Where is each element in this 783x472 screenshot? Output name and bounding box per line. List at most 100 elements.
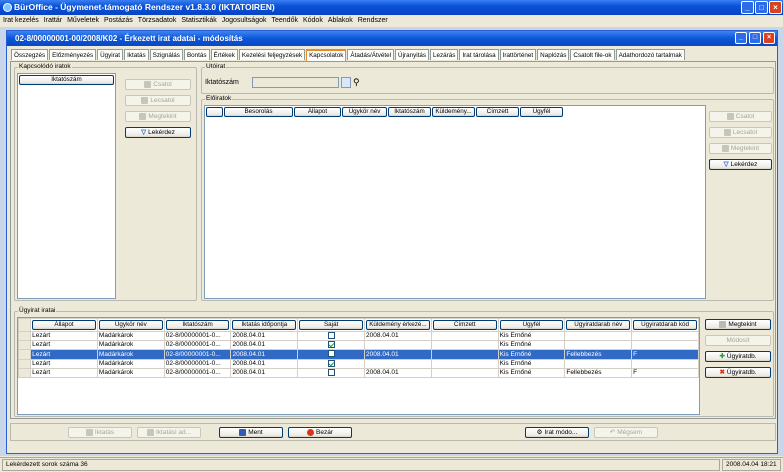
eloiratok-header-4[interactable]: Küldemény...: [432, 107, 475, 117]
menu-item-7[interactable]: Teendők: [272, 17, 298, 24]
sajat-checkbox[interactable]: [327, 332, 335, 339]
utoirat-iktatoszam-input[interactable]: [252, 77, 339, 88]
empty-cell: [31, 378, 98, 387]
menu-item-2[interactable]: Műveletek: [67, 17, 99, 24]
tab-10[interactable]: Újranyitás: [395, 49, 430, 60]
tab-15[interactable]: Csatolt file-ok: [570, 49, 615, 60]
ugyirat-header-4[interactable]: Saját: [299, 320, 364, 330]
eloiratok-lecsatol-button[interactable]: Lecsatol: [709, 127, 772, 138]
ugyirat-label: Ügyirat iratai: [18, 307, 57, 314]
tab-13[interactable]: Irattörténet: [499, 49, 537, 60]
sajat-checkbox[interactable]: [327, 350, 335, 358]
cell-cimzett: [430, 340, 499, 351]
eloiratok-header-6[interactable]: Ügyfél: [520, 107, 563, 117]
row-selector[interactable]: [18, 367, 32, 379]
eloiratok-header-2[interactable]: Ügykör név: [342, 107, 387, 117]
sajat-checkbox[interactable]: [327, 369, 335, 376]
ment-button[interactable]: Ment: [219, 427, 283, 438]
menu-item-5[interactable]: Statisztikák: [181, 17, 216, 24]
eloiratok-header-0[interactable]: Besorolás: [224, 107, 293, 117]
tab-14[interactable]: Naplózás: [537, 49, 570, 60]
table-row[interactable]: Lezárt Madárkárok 02-8/00000001-0... 2008.0…: [18, 340, 699, 351]
child-maximize-button[interactable]: □: [749, 32, 761, 44]
tab-7[interactable]: Kezelési feljegyzések: [238, 49, 306, 60]
kapcsolodo-list[interactable]: Iktatószám: [17, 73, 116, 299]
menu-item-1[interactable]: Irattár: [44, 17, 62, 24]
eloiratok-header-1[interactable]: Állapot: [294, 107, 341, 117]
menu-item-3[interactable]: Postázás: [104, 17, 133, 24]
ugyirat-megtekint-button[interactable]: Megtekint: [705, 319, 771, 330]
tab-4[interactable]: Szignálás: [149, 49, 183, 60]
eloiratok-list[interactable]: Besorolás Állapot Ügykör név Iktatószám Küld…: [204, 105, 706, 299]
ugyirat-header-6[interactable]: Címzett: [432, 320, 497, 330]
kapcsolodo-megtekint-button[interactable]: Megtekint: [125, 111, 191, 122]
tab-0[interactable]: Összegzés: [11, 49, 49, 60]
tab-1[interactable]: Előzményezés: [49, 49, 97, 60]
table-row[interactable]: Lezárt Madárkárok 02-8/00000001-0... 2008.0…: [18, 349, 699, 360]
cell-darabkod: F: [631, 367, 699, 379]
table-row[interactable]: Lezárt Madárkárok 02-8/00000001-0... 2008.0…: [18, 330, 699, 342]
child-close-button[interactable]: ×: [763, 32, 775, 44]
ugyirat-header-1[interactable]: Ügykör név: [98, 320, 163, 330]
cell-iktatoszam: 02-8/00000001-0...: [163, 358, 232, 369]
minimize-button[interactable]: _: [741, 1, 754, 14]
iktatasi-adatok-button[interactable]: Iktatási ad...: [137, 427, 201, 438]
tab-5[interactable]: Bontás: [183, 49, 210, 60]
menu-item-10[interactable]: Rendszer: [358, 17, 388, 24]
tab-12[interactable]: Irat tárolása: [459, 49, 499, 60]
tab-6[interactable]: Értékek: [210, 49, 238, 60]
ugyirat-header-5[interactable]: Küldemény érkezé...: [366, 320, 430, 330]
irat-modositas-button[interactable]: ⚙ Irat módo...: [525, 427, 589, 438]
tab-16[interactable]: Adathordozó tartalmak: [615, 49, 685, 60]
ugyiratdb-add-button[interactable]: ✚ Ügyiratdb.: [705, 351, 771, 362]
menu-item-4[interactable]: Törzsadatok: [138, 17, 177, 24]
ugyiratdb-remove-button[interactable]: ✖ Ügyiratdb.: [705, 367, 771, 378]
cell-sajat: [297, 358, 366, 369]
row-selector[interactable]: [18, 358, 32, 369]
ugyirat-modosit-button[interactable]: Módosít: [705, 335, 771, 346]
table-row[interactable]: Lezárt Madárkárok 02-8/00000001-0... 2008.0…: [18, 358, 699, 369]
ugyirat-header-selector[interactable]: [18, 318, 32, 332]
ugyirat-header-9[interactable]: Ügyiratdarab kód: [633, 320, 697, 330]
menu-item-6[interactable]: Jogosultságok: [222, 17, 267, 24]
kapcsolodo-lecsatol-button[interactable]: Lecsatol: [125, 95, 191, 106]
tab-9[interactable]: Átadás/Átvétel: [347, 49, 395, 60]
maximize-button[interactable]: □: [755, 1, 768, 14]
eloiratok-header-5[interactable]: Címzett: [476, 107, 519, 117]
utoirat-open-button[interactable]: [341, 77, 351, 88]
sajat-checkbox[interactable]: [327, 360, 335, 367]
ugyirat-header-3[interactable]: Iktatás időpontja: [232, 320, 297, 330]
row-selector[interactable]: [18, 330, 32, 342]
eloiratok-header-3[interactable]: Iktatószám: [388, 107, 431, 117]
row-selector[interactable]: [18, 340, 32, 351]
sajat-checkbox[interactable]: [327, 341, 335, 349]
row-selector[interactable]: [18, 349, 32, 360]
child-minimize-button[interactable]: _: [735, 32, 747, 44]
ugyirat-header-0[interactable]: Állapot: [32, 320, 96, 330]
eloiratok-header-selector[interactable]: [206, 107, 223, 117]
cell-darabkod: [631, 340, 699, 351]
megsem-button[interactable]: ↶ Mégsem: [594, 427, 658, 438]
close-button[interactable]: ×: [769, 1, 782, 14]
tab-3[interactable]: Iktatás: [124, 49, 149, 60]
kapcsolodo-lekerdez-button[interactable]: ▽ Lekérdez: [125, 127, 191, 138]
eloiratok-lekerdez-button[interactable]: ▽ Lekérdez: [709, 159, 772, 170]
cell-ugyfel: Kis Ernőné: [497, 330, 566, 342]
iktatas-button[interactable]: Iktatás: [68, 427, 132, 438]
table-row[interactable]: Lezárt Madárkárok 02-8/00000001-0... 2008.0…: [18, 367, 699, 379]
kapcsolodo-header-iktatoszam[interactable]: Iktatószám: [19, 75, 114, 85]
tab-11[interactable]: Lezárás: [430, 49, 459, 60]
tab-2[interactable]: Ügyirat: [97, 49, 124, 60]
tab-8[interactable]: Kapcsolatok: [306, 49, 347, 61]
ugyirat-header-2[interactable]: Iktatószám: [165, 320, 230, 330]
kapcsolodo-csatol-button[interactable]: Csatol: [125, 79, 191, 90]
menu-item-9[interactable]: Ablakok: [328, 17, 353, 24]
eloiratok-csatol-button[interactable]: Csatol: [709, 111, 772, 122]
search-icon[interactable]: ⚲: [353, 77, 360, 87]
ugyirat-header-8[interactable]: Ügyiratdarab név: [566, 320, 631, 330]
menu-item-8[interactable]: Kódok: [303, 17, 323, 24]
menu-item-0[interactable]: Irat kezelés: [3, 17, 39, 24]
eloiratok-megtekint-button[interactable]: Megtekint: [709, 143, 772, 154]
bezar-button[interactable]: Bezár: [288, 427, 352, 438]
ugyirat-header-7[interactable]: Ügyfél: [499, 320, 564, 330]
